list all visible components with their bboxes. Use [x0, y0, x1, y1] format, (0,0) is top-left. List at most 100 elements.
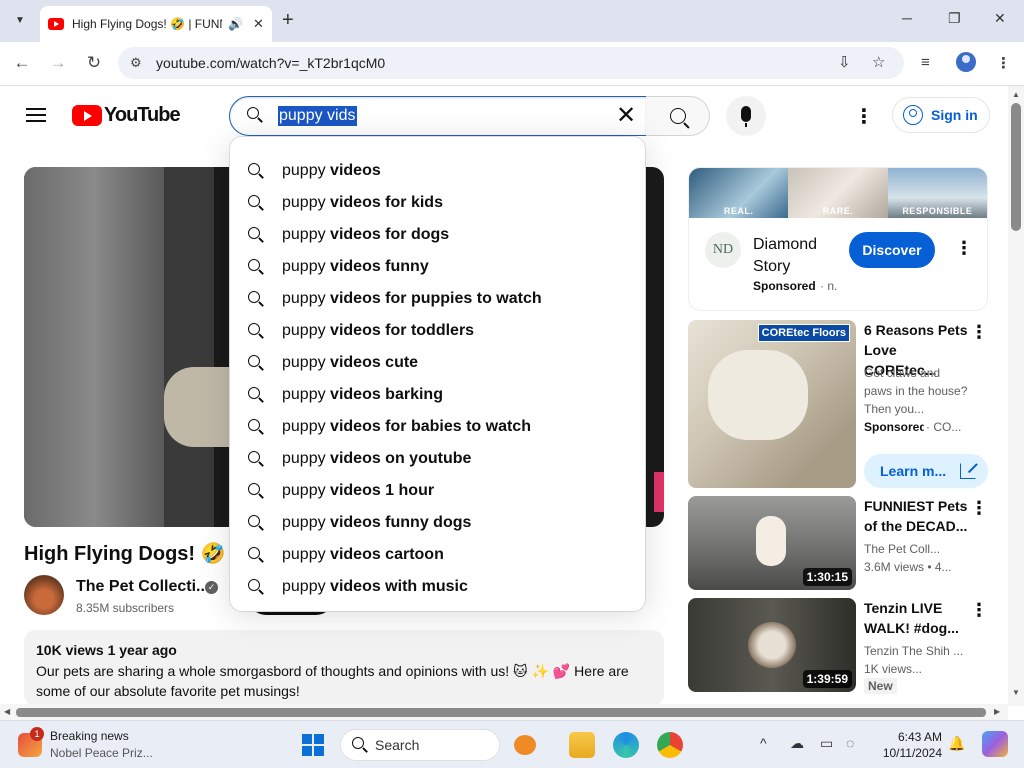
network-icon[interactable]: ☁ [790, 735, 804, 752]
video-thumbnail[interactable]: 1:30:15 [688, 496, 856, 590]
advertiser-name[interactable]: Diamond Story [753, 234, 833, 278]
recommended-video[interactable]: 1:39:59 Tenzin LIVE WALK! #dog... ⋮ Tenz… [688, 598, 988, 694]
suggestion-item[interactable]: puppy videos for toddlers [230, 315, 645, 347]
volume-icon[interactable]: ◌ [846, 735, 854, 751]
profile-avatar-icon[interactable] [956, 52, 976, 72]
clock-time: 6:43 AM [897, 730, 942, 744]
recommended-video-sponsored[interactable]: COREtec Floors 6 Reasons Pets Love COREt… [688, 320, 988, 488]
news-title[interactable]: Breaking news [50, 729, 129, 743]
learn-more-button[interactable]: Learn m... [864, 454, 988, 488]
window-close-button[interactable]: ✕ [994, 10, 1006, 27]
recommended-channel[interactable]: Tenzin The Shih ... [864, 642, 968, 660]
youtube-logo[interactable]: YouTube [72, 104, 181, 127]
clear-search-icon[interactable]: ✕ [612, 103, 640, 131]
browser-tab-active[interactable]: High Flying Dogs! 🤣 | FUNNY Pet Videos 🔊… [40, 6, 272, 42]
suggestion-item[interactable]: puppy videos [230, 155, 645, 187]
forward-button[interactable]: → [47, 53, 69, 73]
video-more-icon[interactable]: ⋮ [970, 322, 988, 343]
taskbar-search[interactable]: Search [340, 729, 500, 761]
learn-more-label: Learn m... [880, 463, 947, 479]
suggestion-item[interactable]: puppy videos funny dogs [230, 507, 645, 539]
display-icon[interactable]: ▭ [820, 735, 833, 752]
channel-avatar[interactable] [24, 575, 64, 615]
suggestion-item[interactable]: puppy videos 1 hour [230, 475, 645, 507]
suggestion-item[interactable]: puppy videos on youtube [230, 443, 645, 475]
reload-button[interactable]: ↻ [83, 53, 105, 73]
chrome-menu-icon[interactable]: ⋮ [996, 54, 1011, 72]
search-icon [351, 736, 369, 754]
channel-name[interactable]: The Pet Collecti... [76, 578, 209, 596]
suggestion-item[interactable]: puppy videos for babies to watch [230, 411, 645, 443]
video-more-icon[interactable]: ⋮ [970, 600, 988, 621]
recommended-video[interactable]: 1:30:15 FUNNIEST Pets of the DECAD... ⋮ … [688, 496, 988, 590]
search-icon [247, 354, 265, 372]
search-button[interactable] [646, 96, 710, 136]
new-tab-button[interactable]: + [282, 9, 294, 32]
site-info-icon[interactable]: ⚙ [130, 55, 142, 71]
horizontal-scrollbar[interactable]: ◀ ▶ [0, 704, 1008, 720]
search-input[interactable]: puppy vids ✕ [229, 96, 647, 136]
suggestion-item[interactable]: puppy videos cartoon [230, 539, 645, 571]
suggestion-item[interactable]: puppy videos barking [230, 379, 645, 411]
minimize-button[interactable]: ─ [902, 10, 912, 26]
ad-more-icon[interactable]: ⋮ [955, 238, 973, 259]
search-button-icon [669, 107, 687, 125]
tab-search-chevron-icon[interactable]: ▼ [8, 8, 32, 32]
chrome-browser-icon[interactable] [657, 732, 683, 758]
search-query-text[interactable]: puppy vids [278, 106, 357, 126]
back-button[interactable]: ← [11, 53, 33, 73]
suggestion-item[interactable]: puppy videos for puppies to watch [230, 283, 645, 315]
install-app-icon[interactable]: ⇩ [838, 53, 851, 71]
sponsored-ad-card[interactable]: REAL. RARE. RESPONSIBLE ND Diamond Story… [688, 167, 988, 311]
coretec-logo: COREtec Floors [757, 324, 850, 342]
search-icon [247, 514, 265, 532]
recommended-channel[interactable]: The Pet Coll... [864, 540, 968, 558]
menu-hamburger-icon[interactable] [26, 108, 46, 122]
scroll-left-icon[interactable]: ◀ [4, 707, 10, 716]
microphone-icon [741, 106, 751, 127]
suggestion-item[interactable]: puppy videos with music [230, 571, 645, 603]
restore-button[interactable]: ❐ [948, 10, 961, 27]
scroll-down-icon[interactable]: ▼ [1012, 688, 1020, 697]
recommended-title[interactable]: FUNNIEST Pets of the DECAD... [864, 496, 968, 536]
suggestion-item[interactable]: puppy videos funny [230, 251, 645, 283]
show-hidden-icons-icon[interactable]: ^ [760, 735, 767, 751]
recommended-title[interactable]: Tenzin LIVE WALK! #dog... [864, 598, 968, 638]
video-title: High Flying Dogs! 🤣 | [24, 543, 237, 565]
notification-bell-icon[interactable]: 🔔 [948, 735, 965, 752]
copilot-icon[interactable] [982, 731, 1008, 757]
recommended-stats: 3.6M views • 4... [864, 560, 952, 574]
horizontal-scroll-thumb[interactable] [16, 708, 986, 717]
bookmark-star-icon[interactable]: ☆ [872, 53, 885, 71]
address-bar[interactable]: ⚙ youtube.com/watch?v=_kT2br1qcM0 ⇩ ☆ [118, 47, 904, 79]
suggestion-item[interactable]: puppy videos for kids [230, 187, 645, 219]
scroll-right-icon[interactable]: ▶ [994, 707, 1000, 716]
ad-banner: REAL. RARE. RESPONSIBLE [689, 168, 987, 218]
video-frame-door [164, 167, 214, 527]
vertical-scroll-thumb[interactable] [1011, 103, 1021, 231]
video-thumbnail[interactable]: 1:39:59 [688, 598, 856, 692]
sign-in-button[interactable]: Sign in [892, 97, 990, 133]
news-subtitle[interactable]: Nobel Peace Priz... [50, 746, 153, 760]
advertiser-logo: ND [705, 232, 741, 268]
suggestion-item[interactable]: puppy videos for dogs [230, 219, 645, 251]
pumpkin-icon [506, 733, 540, 757]
discover-button[interactable]: Discover [849, 232, 935, 268]
suggestion-item[interactable]: puppy videos cute [230, 347, 645, 379]
file-explorer-icon[interactable] [569, 732, 595, 758]
speaker-icon[interactable]: 🔊 [228, 17, 243, 31]
tab-title: High Flying Dogs! 🤣 | FUNNY Pet Videos [72, 17, 222, 31]
description-box[interactable]: 10K views 1 year ago Our pets are sharin… [24, 630, 664, 706]
scroll-up-icon[interactable]: ▲ [1012, 90, 1020, 99]
tab-close-icon[interactable]: ✕ [253, 16, 264, 32]
taskbar-clock[interactable]: 6:43 AM 10/11/2024 [878, 729, 942, 761]
windows-start-icon[interactable] [302, 734, 324, 756]
settings-more-icon[interactable]: ⋮ [854, 104, 874, 129]
media-controls-icon[interactable]: ≡ [921, 54, 930, 71]
video-more-icon[interactable]: ⋮ [970, 498, 988, 519]
voice-search-button[interactable] [726, 96, 766, 136]
thumbnail-cat-shape [756, 516, 786, 566]
video-thumbnail[interactable]: COREtec Floors [688, 320, 856, 488]
vertical-scrollbar[interactable]: ▲ ▼ [1008, 86, 1024, 706]
edge-browser-icon[interactable] [613, 732, 639, 758]
